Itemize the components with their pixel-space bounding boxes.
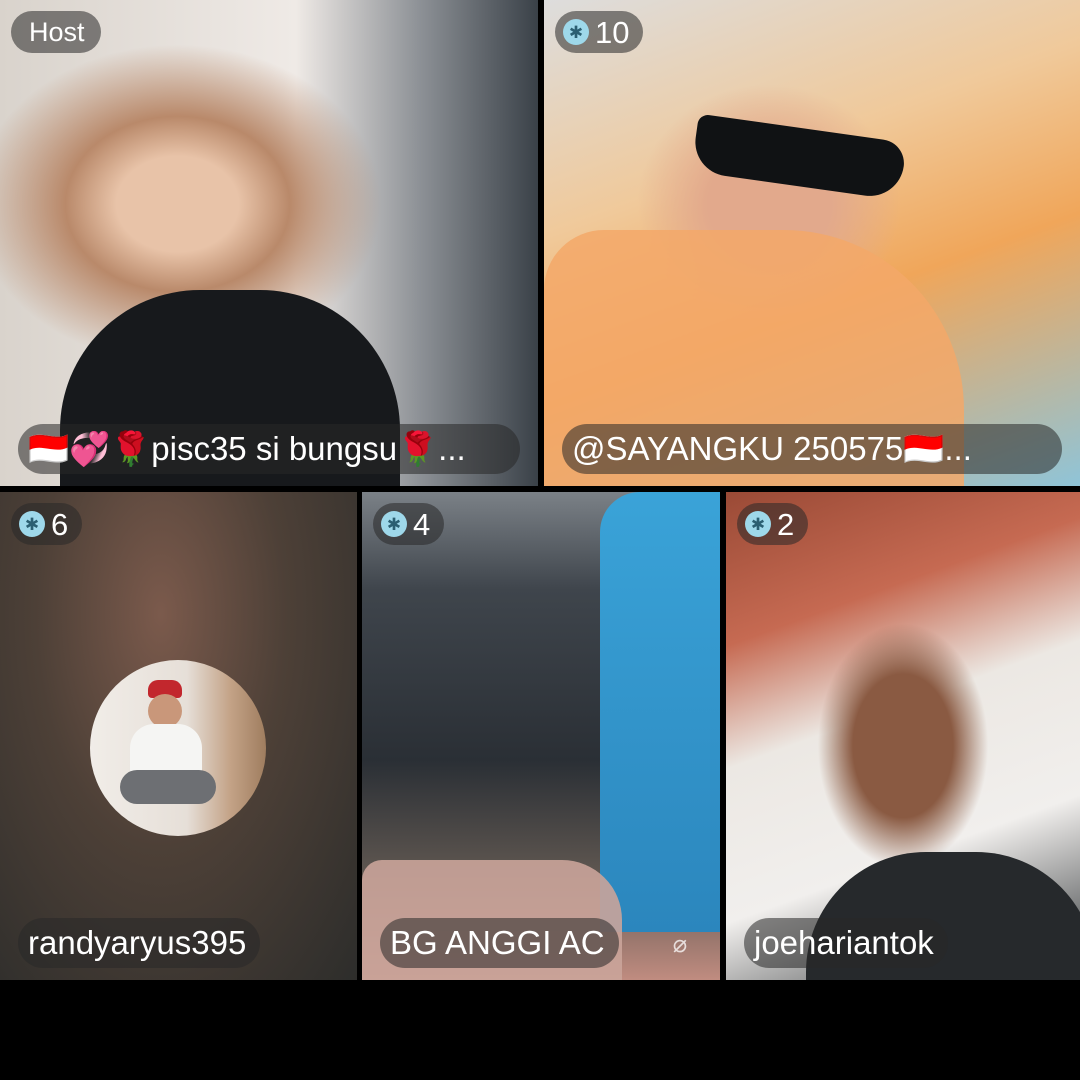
guest-video-tile-2[interactable]: ✱ 6 randyaryus395 [0,492,357,980]
guest-rank-number: 6 [51,506,69,542]
host-name-label[interactable]: 🇮🇩💞🌹pisc35 si bungsu🌹... [18,424,520,474]
guest-video-tile-1[interactable]: ✱ 10 @SAYANGKU 250575🇮🇩... [544,0,1080,486]
guest-rank-number: 10 [595,14,630,50]
host-video-tile[interactable]: Host 🇮🇩💞🌹pisc35 si bungsu🌹... [0,0,538,486]
snowflake-gem-icon: ✱ [19,511,45,537]
guest-name-label[interactable]: randyaryus395 [18,918,261,968]
guest-rank-number: 4 [413,506,431,542]
guest-rank-badge: ✱ 4 [373,503,445,545]
snowflake-gem-icon: ✱ [745,511,771,537]
host-badge-label: Host [29,16,85,47]
guest-rank-badge: ✱ 10 [555,11,644,53]
guest-rank-number: 2 [777,506,795,542]
guest-name-label[interactable]: joehariantok [744,918,948,968]
snowflake-gem-icon: ✱ [563,19,589,45]
guest-video-tile-4[interactable]: ✱ 2 joehariantok [726,492,1080,980]
avatar-legs [120,770,216,804]
guest-name-text: randyaryus395 [28,924,247,961]
sunglasses-effect [690,113,908,201]
guest-name-text: BG ANGGI AC [390,924,605,961]
guest-avatar[interactable] [90,660,266,836]
guest-name-label[interactable]: @SAYANGKU 250575🇮🇩... [562,424,1062,474]
host-name-text: 🇮🇩💞🌹pisc35 si bungsu🌹... [28,429,466,467]
snowflake-gem-icon: ✱ [381,511,407,537]
guest-rank-badge: ✱ 2 [737,503,809,545]
mic-off-icon: ⌀ [672,931,688,958]
host-badge: Host [11,11,101,53]
guest-name-text: @SAYANGKU 250575🇮🇩... [572,429,972,467]
guest-rank-badge: ✱ 6 [11,503,83,545]
guest-name-text: joehariantok [754,924,934,961]
avatar-head [148,694,182,728]
guest-video-tile-3[interactable]: ✱ 4 BG ANGGI AC ⌀ [362,492,720,980]
guest-video-feed [600,492,720,932]
guest-name-label[interactable]: BG ANGGI AC [380,918,619,968]
